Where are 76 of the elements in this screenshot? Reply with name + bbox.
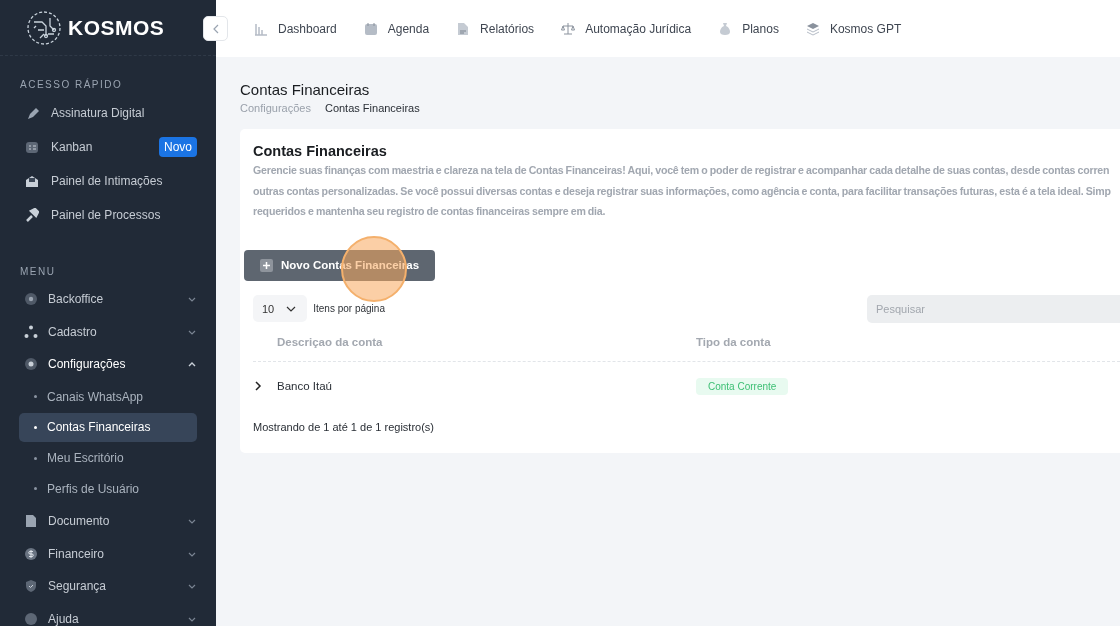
nav-link[interactable]: Kosmos GPT bbox=[805, 21, 902, 36]
column-header: Descriçao da conta bbox=[276, 335, 384, 348]
chevron-right-icon[interactable] bbox=[253, 380, 263, 391]
account-type-tag: Conta Corrente bbox=[696, 377, 789, 395]
card-title: Contas Financeiras bbox=[253, 143, 388, 159]
sidebar-item-icon bbox=[24, 579, 38, 594]
sidebar-item-label: Kanban bbox=[51, 140, 94, 154]
document-icon bbox=[456, 21, 471, 36]
sidebar-item-icon bbox=[25, 106, 39, 120]
submenu-label: Contas Financeiras bbox=[47, 420, 151, 435]
submenu-item[interactable]: Canais WhatsApp bbox=[19, 382, 197, 412]
sidebar-menu-item[interactable]: Segurança bbox=[0, 569, 216, 603]
nav-link[interactable]: Agenda bbox=[363, 21, 430, 36]
sidebar-item-label: Cadastro bbox=[48, 324, 98, 339]
nav-link[interactable]: Dashboard bbox=[254, 21, 337, 36]
money-bag-icon bbox=[718, 21, 733, 36]
sidebar-item-label: Financeiro bbox=[48, 546, 106, 561]
plus-icon bbox=[260, 258, 273, 272]
submenu-item[interactable]: Meu Escritório bbox=[19, 443, 197, 473]
bar-chart-icon bbox=[254, 21, 268, 36]
scales-icon bbox=[561, 21, 576, 36]
sidebar-menu-item[interactable]: Backoffice bbox=[0, 283, 216, 316]
sidebar-item-label: Documento bbox=[48, 514, 111, 529]
sidebar-item-icon bbox=[24, 324, 38, 339]
sidebar-item-icon bbox=[25, 140, 39, 154]
sidebar-item-icon bbox=[24, 546, 38, 561]
search-field[interactable]: Pesquisar bbox=[867, 294, 1120, 323]
sidebar-item-icon bbox=[24, 292, 38, 307]
sidebar-item-label: Painel de Processos bbox=[51, 208, 162, 222]
submenu-label: Canais WhatsApp bbox=[47, 389, 144, 404]
submenu-item[interactable]: Perfis de Usuário bbox=[19, 474, 197, 504]
sidebar-menu-item[interactable]: Documento bbox=[0, 504, 216, 538]
breadcrumb-item: Contas Financeiras bbox=[324, 102, 420, 114]
sidebar-item-label: Assinatura Digital bbox=[51, 106, 146, 120]
submenu-item[interactable]: Contas Financeiras bbox=[19, 412, 197, 442]
sidebar-item-icon bbox=[25, 174, 39, 188]
brand-name: KOSMOS bbox=[68, 15, 165, 40]
new-badge: Novo bbox=[159, 137, 197, 157]
nav-link[interactable]: Relatórios bbox=[456, 21, 535, 36]
section-title: MENU bbox=[19, 265, 57, 279]
page-title: Contas Financeiras bbox=[240, 81, 371, 98]
sidebar-menu-item[interactable]: Ajuda bbox=[0, 602, 216, 626]
submenu-label: Meu Escritório bbox=[47, 451, 124, 466]
description-text: Gerencie suas finanças com maestria e clareza na tela de Contas Financeiras! Aqui, você tem o poder de registrar e acompanhar cada detalhe de suas contas, desde contas corren outras contas personalizadas. Se você possui diversas contas e deseja registrar suas informações, como agência e conta, para facilitar transações futuras, esta é a tela ideal. Simp requeridos e mantenha seu registro de contas financeiras sempre em dia. bbox=[253, 163, 1112, 219]
bullet-icon bbox=[34, 456, 37, 460]
sidebar-item-label: Ajuda bbox=[48, 611, 80, 626]
submenu-label: Perfis de Usuário bbox=[47, 481, 140, 496]
sidebar-menu-item[interactable]: Configurações bbox=[0, 348, 216, 381]
sidebar-item-icon bbox=[25, 208, 39, 222]
table-cell-text: Banco Itaú bbox=[276, 379, 333, 392]
sidebar-item-icon bbox=[24, 514, 38, 529]
sidebar-menu-item[interactable]: Cadastro bbox=[0, 315, 216, 348]
section-title: ACESSO RÁPIDO bbox=[19, 77, 124, 92]
sidebar-item[interactable]: Kanban Novo bbox=[0, 130, 216, 164]
column-header: Tipo da conta bbox=[696, 335, 771, 348]
circuit-logo-icon bbox=[26, 9, 62, 46]
sidebar-item-label: Backoffice bbox=[48, 292, 105, 307]
sidebar-item[interactable]: Painel de Processos bbox=[0, 198, 216, 232]
nav-link[interactable]: Automação Jurídica bbox=[561, 21, 692, 36]
page-size-label: Itens por página bbox=[313, 303, 385, 314]
sidebar-menu-item[interactable]: Financeiro bbox=[0, 537, 216, 570]
nav-link[interactable]: Planos bbox=[718, 21, 779, 36]
sidebar-item-icon bbox=[24, 611, 38, 626]
sidebar-item[interactable]: Painel de Intimações bbox=[0, 164, 216, 198]
sidebar-item[interactable]: Assinatura Digital bbox=[0, 96, 216, 130]
sidebar-item-label: Painel de Intimações bbox=[51, 174, 164, 188]
sidebar-item-icon bbox=[24, 357, 38, 372]
bullet-icon bbox=[34, 425, 37, 429]
sidebar-item-label: Configurações bbox=[48, 357, 127, 372]
calendar-icon bbox=[363, 21, 378, 36]
page-size-select[interactable]: 10 bbox=[253, 295, 308, 322]
bullet-icon bbox=[34, 487, 37, 491]
bullet-icon bbox=[34, 395, 37, 399]
sidebar-item-label: Segurança bbox=[48, 579, 108, 594]
layers-icon bbox=[805, 21, 820, 36]
pagination-info: Mostrando de 1 até 1 de 1 registro(s) bbox=[253, 420, 435, 433]
